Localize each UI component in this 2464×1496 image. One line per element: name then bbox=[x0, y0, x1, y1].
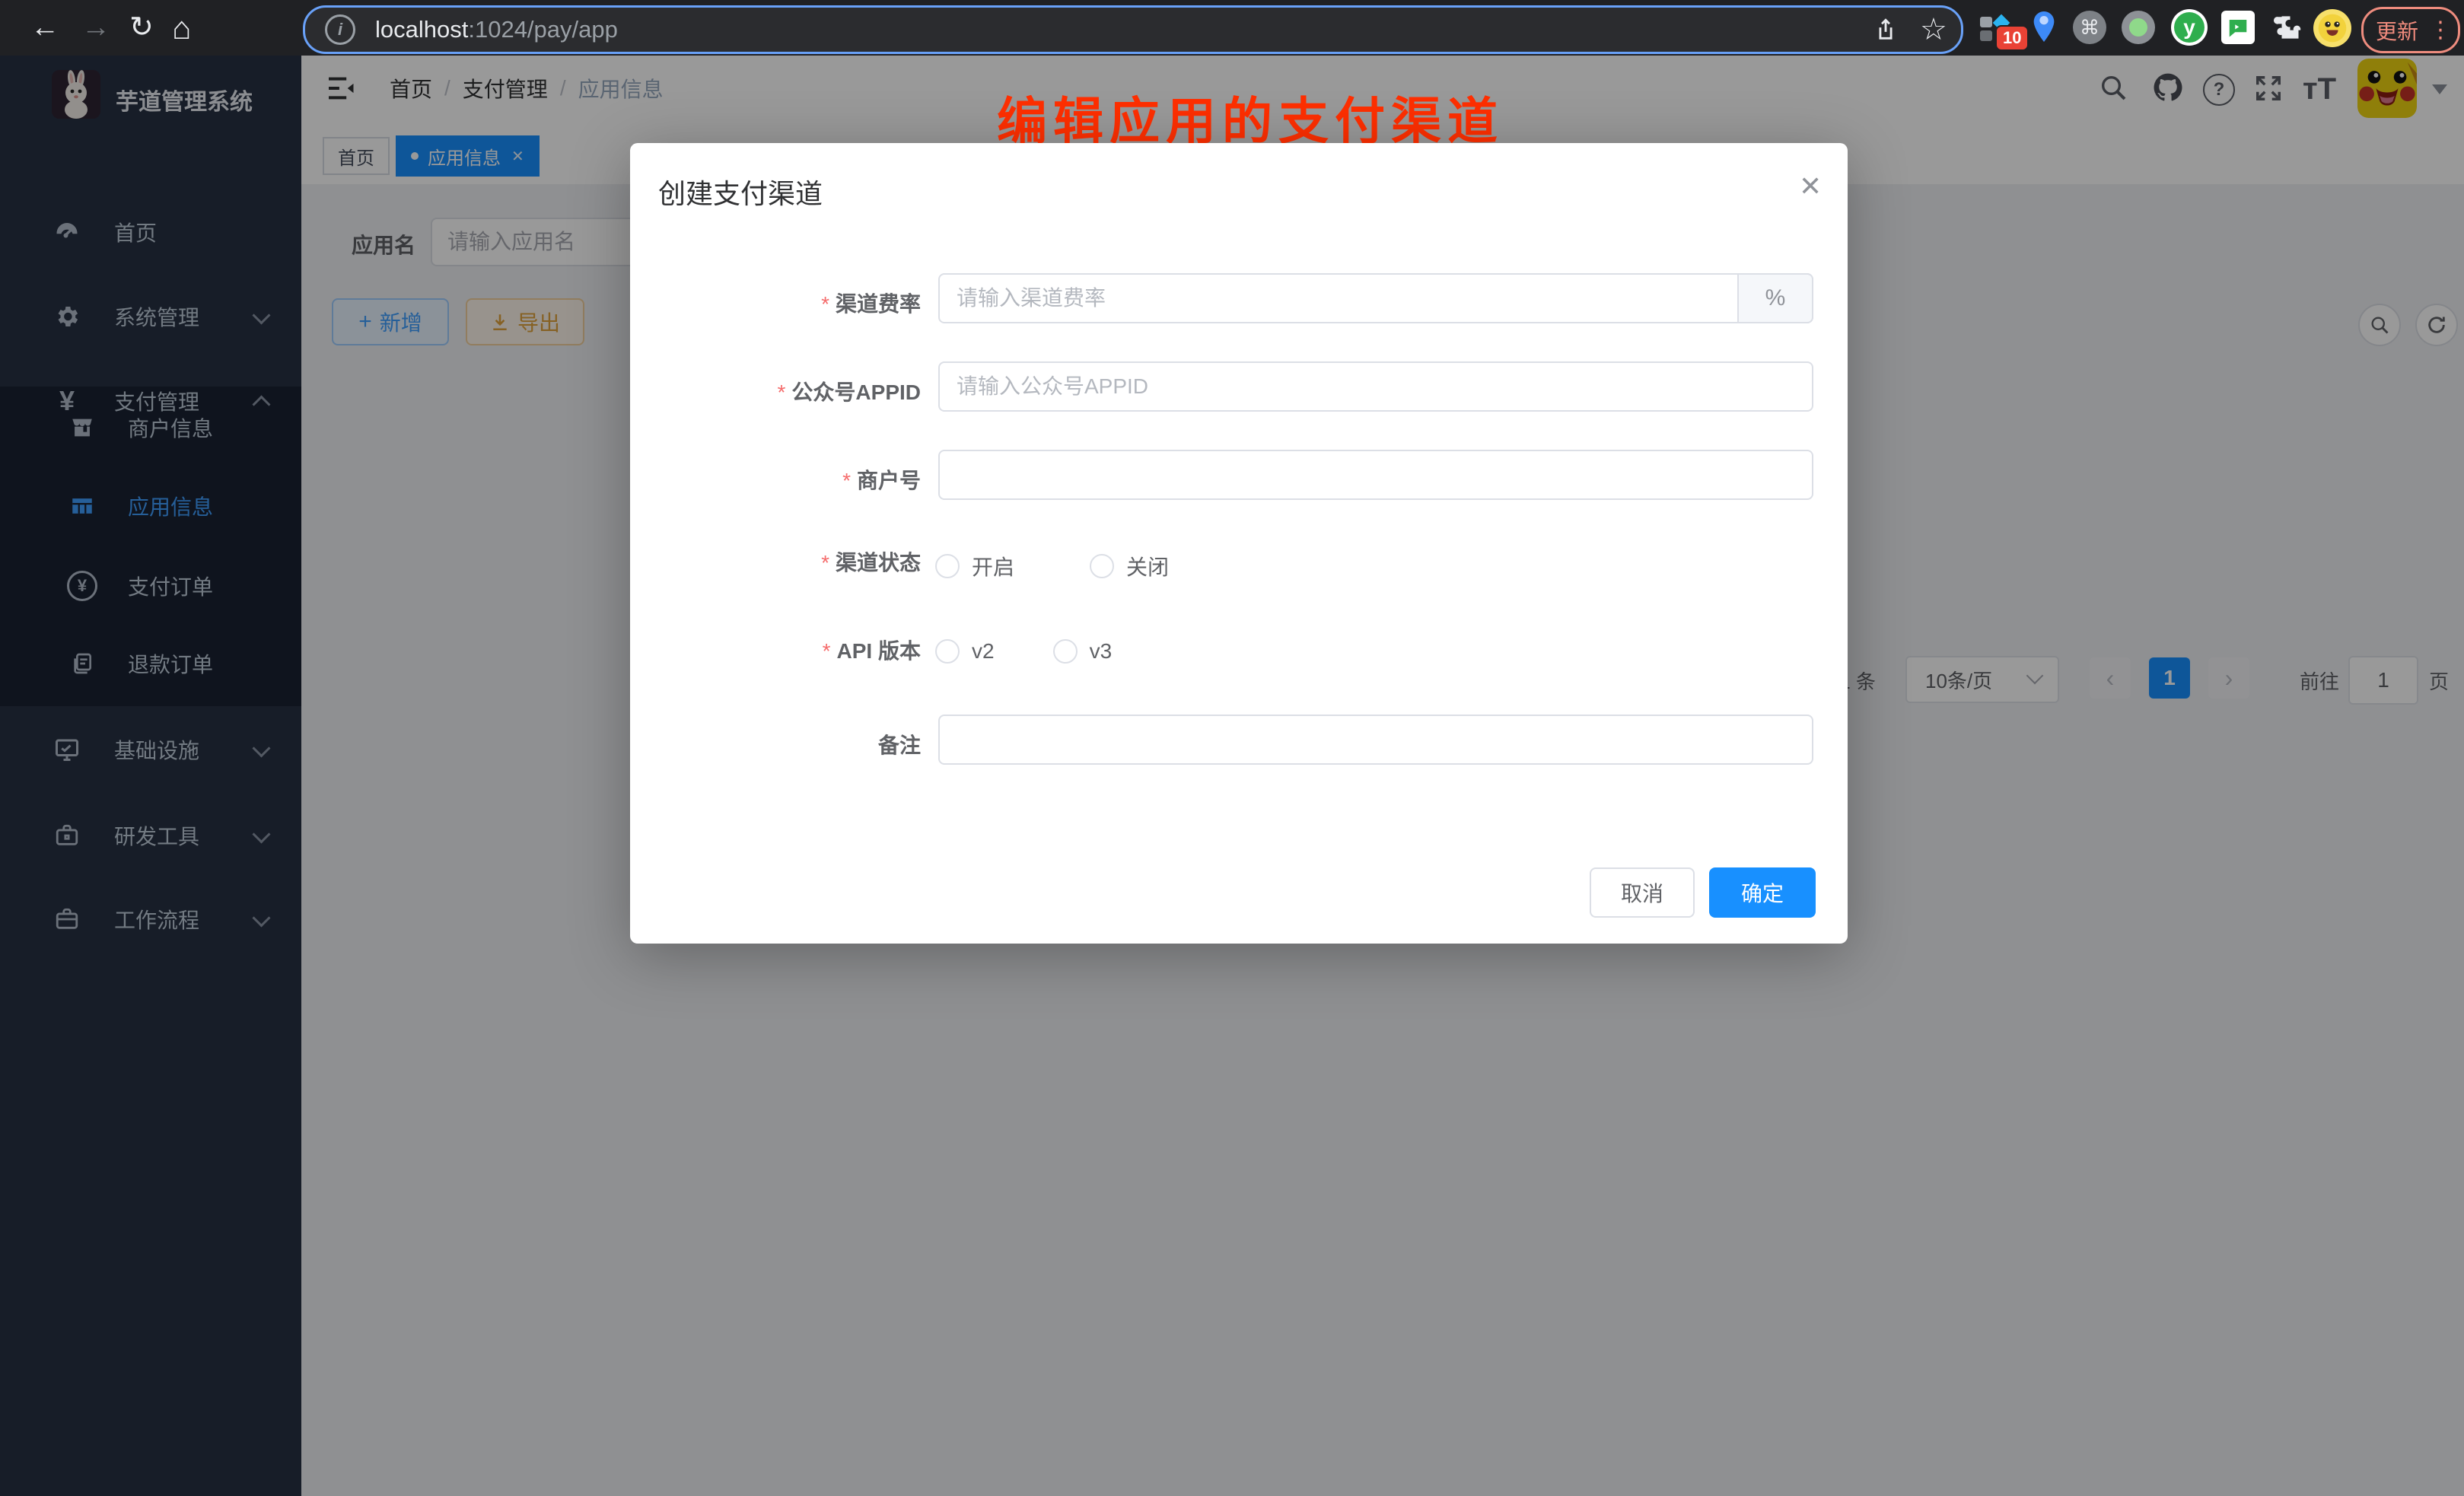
field-label-merchant: * 商户号 bbox=[676, 464, 921, 495]
extension-y-icon[interactable]: y bbox=[2171, 9, 2208, 46]
update-label: 更新 bbox=[2376, 15, 2418, 46]
merchant-input[interactable] bbox=[938, 450, 1813, 500]
required-mark: * bbox=[823, 639, 831, 663]
required-mark: * bbox=[778, 380, 786, 404]
label-text: 公众号APPID bbox=[791, 380, 921, 404]
browser-menu-icon[interactable]: ⋮ bbox=[2429, 17, 2452, 43]
field-label-remark: 备注 bbox=[676, 729, 921, 759]
required-mark: * bbox=[842, 469, 851, 492]
appid-input[interactable] bbox=[938, 361, 1813, 412]
percent-suffix: % bbox=[1737, 273, 1813, 323]
browser-update-button[interactable]: 更新 ⋮ bbox=[2361, 7, 2460, 53]
api-radio-group: v2 v3 bbox=[935, 639, 1112, 664]
required-mark: * bbox=[821, 551, 829, 575]
radio-open-label[interactable]: 开启 bbox=[972, 551, 1014, 581]
label-text: 商户号 bbox=[857, 469, 921, 492]
dialog-title: 创建支付渠道 bbox=[658, 172, 823, 212]
radio-v2-label[interactable]: v2 bbox=[972, 639, 995, 664]
required-mark: * bbox=[821, 292, 829, 316]
extension-chat-icon[interactable] bbox=[2221, 11, 2255, 44]
label-text: API 版本 bbox=[837, 639, 921, 663]
rate-input[interactable] bbox=[938, 273, 1813, 323]
field-label-rate: * 渠道费率 bbox=[676, 288, 921, 318]
browser-back-icon[interactable]: ← bbox=[30, 11, 59, 44]
field-label-api: *API 版本 bbox=[676, 641, 921, 662]
cancel-button[interactable]: 取消 bbox=[1590, 867, 1695, 918]
browser-home-icon[interactable]: ⌂ bbox=[172, 10, 191, 46]
url-text: localhost:1024/pay/app bbox=[375, 16, 618, 43]
label-text: 渠道状态 bbox=[836, 551, 921, 575]
address-bar[interactable]: i localhost:1024/pay/app ☆ bbox=[303, 5, 1963, 54]
field-label-appid: *公众号APPID bbox=[676, 376, 921, 406]
browser-chrome: ← → ↻ ⌂ i localhost:1024/pay/app ☆ 10 ⌘ … bbox=[0, 0, 2464, 56]
radio-v3[interactable] bbox=[1053, 639, 1078, 664]
label-text: 备注 bbox=[878, 734, 921, 757]
extension-pin-icon[interactable] bbox=[2029, 9, 2059, 44]
radio-open[interactable] bbox=[935, 554, 960, 578]
radio-v3-label[interactable]: v3 bbox=[1090, 639, 1113, 664]
site-info-icon[interactable]: i bbox=[325, 14, 355, 45]
extension-badge: 10 bbox=[1995, 25, 2029, 51]
extensions-puzzle-icon[interactable] bbox=[2269, 11, 2303, 44]
radio-closed[interactable] bbox=[1090, 554, 1114, 578]
extension-record-icon[interactable] bbox=[2122, 11, 2155, 44]
radio-v2[interactable] bbox=[935, 639, 960, 664]
browser-forward-icon[interactable]: → bbox=[81, 11, 110, 44]
create-channel-dialog: 创建支付渠道 ✕ *渠道费率 % *公众号APPID *商户号 *渠道状态 开启… bbox=[630, 143, 1848, 944]
radio-closed-label[interactable]: 关闭 bbox=[1126, 551, 1169, 581]
url-path: :1024/pay/app bbox=[468, 16, 618, 43]
bookmark-star-icon[interactable]: ☆ bbox=[1920, 12, 1947, 47]
status-radio-group: 开启 关闭 bbox=[935, 551, 1169, 581]
dialog-close-icon[interactable]: ✕ bbox=[1799, 170, 1822, 202]
profile-avatar-emoji[interactable] bbox=[2313, 9, 2351, 47]
share-icon[interactable] bbox=[1873, 17, 1899, 43]
confirm-button[interactable]: 确定 bbox=[1709, 867, 1816, 918]
field-label-status: * 渠道状态 bbox=[676, 552, 921, 574]
extension-command-icon[interactable]: ⌘ bbox=[2073, 11, 2106, 44]
url-host: localhost bbox=[375, 16, 468, 43]
browser-reload-icon[interactable]: ↻ bbox=[129, 10, 154, 44]
label-text: 渠道费率 bbox=[836, 292, 921, 316]
remark-input[interactable] bbox=[938, 715, 1813, 765]
